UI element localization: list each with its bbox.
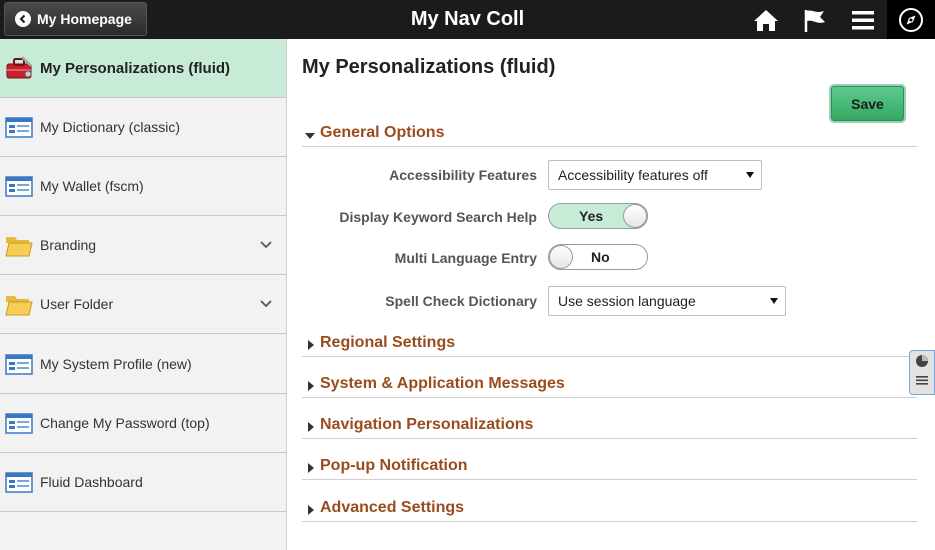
sidebar-item-label: User Folder [40,296,114,312]
spell-check-dictionary-select[interactable]: Use session language [548,286,786,316]
my-homepage-button[interactable]: My Homepage [4,2,147,36]
sidebar-item-label: My Personalizations (fluid) [40,59,231,77]
home-icon[interactable] [752,6,780,34]
toggle-knob [549,245,573,269]
nav-collection-panel: My Personalizations (fluid) My Dictionar… [0,39,287,550]
toolbox-icon [5,54,33,82]
spell-check-dictionary-label: Spell Check Dictionary [385,293,537,309]
accessibility-features-select[interactable]: Accessibility features off [548,160,762,190]
keyword-search-help-toggle[interactable]: Yes [548,203,648,229]
section-advanced-settings[interactable]: Advanced Settings [302,499,917,522]
my-homepage-label: My Homepage [37,11,132,27]
sidebar-item-fluid-dashboard[interactable]: Fluid Dashboard [0,453,286,512]
spell-check-dictionary-value: Use session language [558,293,696,309]
section-system-application-messages[interactable]: System & Application Messages [302,375,917,398]
back-arrow-icon [15,11,31,27]
sidebar-item-my-system-profile[interactable]: My System Profile (new) [0,335,286,394]
flag-icon[interactable] [801,6,829,34]
caret-right-icon [308,422,314,432]
section-label: System & Application Messages [320,375,565,392]
page-icon [5,468,33,496]
chevron-down-icon[interactable] [258,237,274,253]
menu-icon[interactable] [849,6,877,34]
page-icon [5,172,33,200]
sidebar-item-my-dictionary[interactable]: My Dictionary (classic) [0,98,286,157]
toggle-state-label: No [591,249,610,265]
accessibility-features-label: Accessibility Features [389,167,537,183]
sidebar-item-label: Fluid Dashboard [40,474,143,490]
sidebar-item-label: My Wallet (fscm) [40,178,144,194]
section-regional-settings[interactable]: Regional Settings [302,334,917,357]
toggle-state-label: Yes [579,208,604,224]
main-content: My Personalizations (fluid) Save General… [288,39,935,550]
toggle-knob [623,204,647,228]
page-icon [5,113,33,141]
section-label: Pop-up Notification [320,457,468,474]
accessibility-features-value: Accessibility features off [558,167,708,183]
top-banner: My Homepage My Nav Coll [0,0,935,39]
sidebar-item-change-password[interactable]: Change My Password (top) [0,394,286,453]
related-content-tab[interactable] [909,350,935,395]
folder-icon [5,290,33,318]
sidebar-item-my-personalizations[interactable]: My Personalizations (fluid) [0,39,286,98]
sidebar-item-label: Branding [40,237,97,253]
sidebar-item-branding[interactable]: Branding [0,216,286,275]
multi-language-entry-label: Multi Language Entry [394,250,537,266]
pie-chart-icon [915,354,929,373]
section-label: Regional Settings [320,334,456,351]
caret-right-icon [308,381,314,391]
list-lines-icon [915,373,929,391]
sidebar-item-user-folder[interactable]: User Folder [0,275,286,334]
caret-right-icon [308,463,314,473]
chevron-down-icon[interactable] [258,296,274,312]
keyword-search-help-label: Display Keyword Search Help [339,209,537,225]
sidebar-item-my-wallet[interactable]: My Wallet (fscm) [0,157,286,216]
caret-right-icon [308,505,314,515]
section-popup-notification[interactable]: Pop-up Notification [302,457,917,480]
multi-language-entry-toggle[interactable]: No [548,244,648,270]
page-title: My Personalizations (fluid) [302,56,556,78]
section-label: General Options [320,124,445,141]
section-label: Advanced Settings [320,499,465,516]
page-icon [5,350,33,378]
sidebar-item-label: My Dictionary (classic) [40,119,181,135]
folder-icon [5,231,33,259]
sidebar-item-label: My System Profile (new) [40,356,192,372]
dropdown-arrow-icon [746,172,754,178]
save-button[interactable]: Save [831,86,904,121]
section-navigation-personalizations[interactable]: Navigation Personalizations [302,416,917,439]
page-icon [5,409,33,437]
caret-right-icon [308,340,314,350]
section-general-options[interactable]: General Options [302,124,917,147]
sidebar-item-label: Change My Password (top) [40,415,210,431]
dropdown-arrow-icon [770,298,778,304]
section-label: Navigation Personalizations [320,416,534,433]
navbar-compass-icon[interactable] [887,0,935,39]
caret-down-icon [305,133,315,139]
